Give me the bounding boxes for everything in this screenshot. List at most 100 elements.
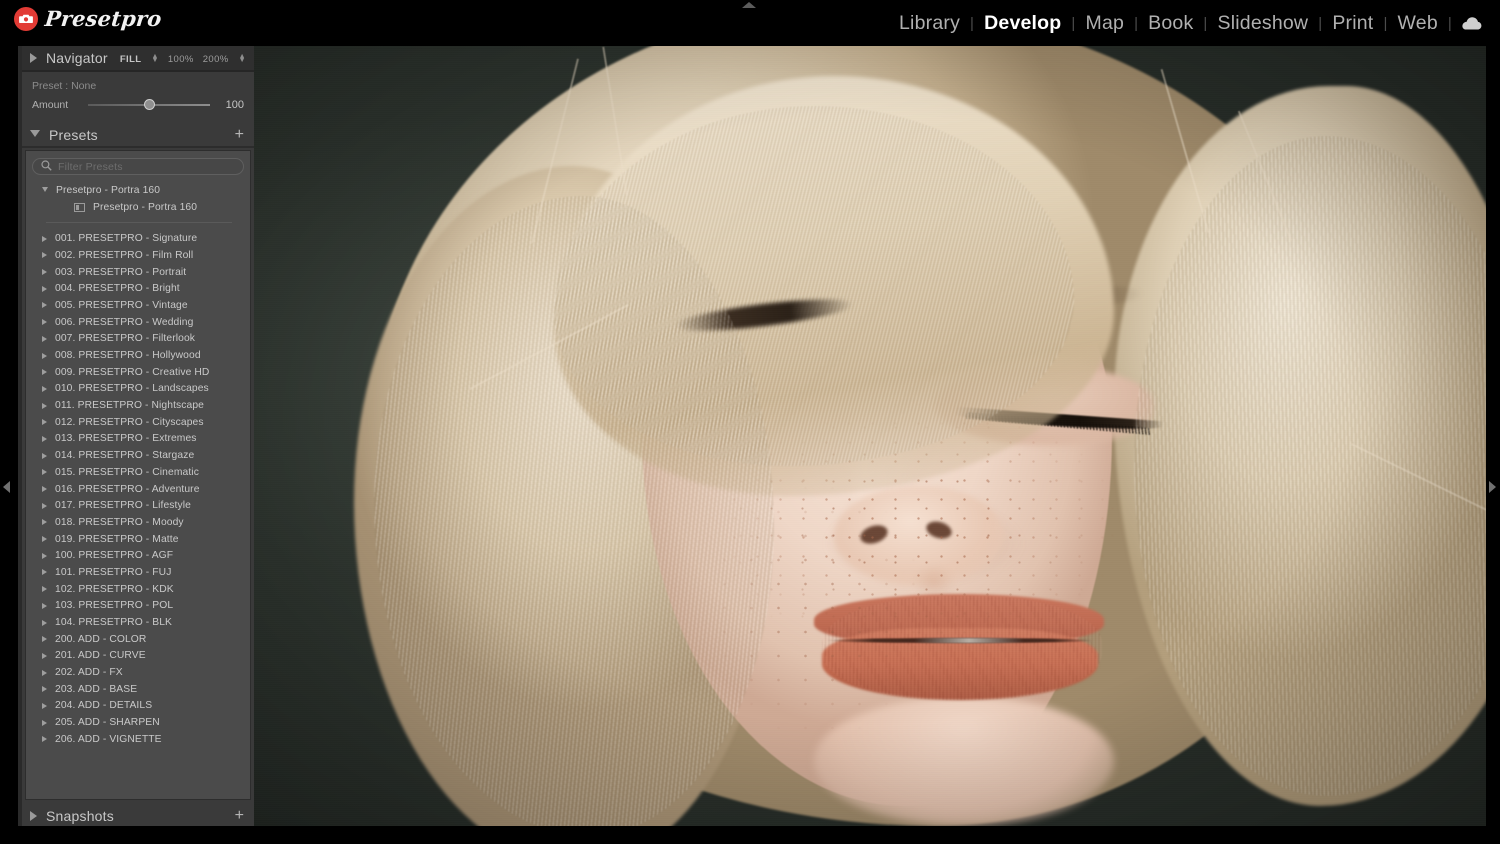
preset-group-disclosure-icon[interactable] bbox=[42, 619, 47, 626]
preset-group-row[interactable]: 200. ADD - COLOR bbox=[26, 631, 250, 648]
preset-group-disclosure-icon[interactable] bbox=[42, 402, 47, 409]
amount-slider-knob[interactable] bbox=[144, 99, 156, 110]
preset-group-disclosure-icon[interactable] bbox=[42, 452, 47, 459]
preset-group-disclosure-icon[interactable] bbox=[42, 252, 47, 259]
preset-group-row[interactable]: 012. PRESETPRO - Cityscapes bbox=[26, 414, 250, 431]
preset-group-row[interactable]: 202. ADD - FX bbox=[26, 664, 250, 681]
amount-value[interactable]: 100 bbox=[218, 99, 244, 111]
filter-presets-placeholder: Filter Presets bbox=[58, 160, 123, 173]
module-develop[interactable]: Develop bbox=[975, 12, 1070, 35]
brand-name: Presetpro bbox=[43, 6, 163, 31]
preset-group-disclosure-icon[interactable] bbox=[42, 569, 47, 576]
preset-group-row[interactable]: 104. PRESETPRO - BLK bbox=[26, 614, 250, 631]
preset-group-row[interactable]: 204. ADD - DETAILS bbox=[26, 698, 250, 715]
preset-group-row[interactable]: 002. PRESETPRO - Film Roll bbox=[26, 247, 250, 264]
presets-list-container[interactable]: Filter Presets Presetpro - Portra 160 Pr… bbox=[25, 150, 251, 800]
preset-group-disclosure-icon[interactable] bbox=[42, 187, 48, 195]
preset-group-disclosure-icon[interactable] bbox=[42, 702, 47, 709]
preset-group-row[interactable]: 102. PRESETPRO - KDK bbox=[26, 581, 250, 598]
preset-group-disclosure-icon[interactable] bbox=[42, 536, 47, 543]
preset-group-disclosure-icon[interactable] bbox=[42, 235, 47, 242]
preset-group-disclosure-icon[interactable] bbox=[42, 586, 47, 593]
preset-group-row[interactable]: 001. PRESETPRO - Signature bbox=[26, 230, 250, 247]
preset-group-disclosure-icon[interactable] bbox=[42, 736, 47, 743]
collapse-left-panel-icon[interactable] bbox=[3, 481, 10, 493]
preset-group-disclosure-icon[interactable] bbox=[42, 269, 47, 276]
module-library[interactable]: Library bbox=[890, 12, 969, 35]
preset-group-disclosure-icon[interactable] bbox=[42, 502, 47, 509]
image-stage[interactable] bbox=[254, 46, 1486, 826]
zoom-fill-stepper-icon[interactable]: ▲ ▼ bbox=[152, 53, 159, 64]
preset-group-row[interactable]: 203. ADD - BASE bbox=[26, 681, 250, 698]
preset-group-row[interactable]: 011. PRESETPRO - Nightscape bbox=[26, 397, 250, 414]
navigator-header[interactable]: Navigator FILL ▲ ▼ 100% 200% ▲ ▼ bbox=[22, 46, 254, 72]
preset-group-disclosure-icon[interactable] bbox=[42, 552, 47, 559]
preset-group-row[interactable]: 005. PRESETPRO - Vintage bbox=[26, 297, 250, 314]
preset-group-disclosure-icon[interactable] bbox=[42, 602, 47, 609]
navigator-disclosure-icon[interactable] bbox=[30, 53, 37, 63]
preset-group-row[interactable]: 003. PRESETPRO - Portrait bbox=[26, 264, 250, 281]
preset-group-disclosure-icon[interactable] bbox=[42, 652, 47, 659]
preset-group-disclosure-icon[interactable] bbox=[42, 302, 47, 309]
preset-group-disclosure-icon[interactable] bbox=[42, 319, 47, 326]
preset-group-row[interactable]: 101. PRESETPRO - FUJ bbox=[26, 564, 250, 581]
module-print[interactable]: Print bbox=[1323, 12, 1382, 35]
module-slideshow[interactable]: Slideshow bbox=[1209, 12, 1318, 35]
preset-group-row[interactable]: 206. ADD - VIGNETTE bbox=[26, 731, 250, 748]
preset-group-disclosure-icon[interactable] bbox=[42, 335, 47, 342]
zoom-fill[interactable]: FILL bbox=[120, 54, 142, 65]
preset-group-row[interactable]: 007. PRESETPRO - Filterlook bbox=[26, 331, 250, 348]
preset-group-disclosure-icon[interactable] bbox=[42, 636, 47, 643]
snapshots-disclosure-icon[interactable] bbox=[30, 811, 37, 821]
add-snapshot-icon[interactable]: + bbox=[235, 808, 244, 824]
preset-item-row[interactable]: Presetpro - Portra 160 bbox=[26, 199, 250, 216]
preset-group-disclosure-icon[interactable] bbox=[42, 669, 47, 676]
zoom-custom-stepper-icon[interactable]: ▲ ▼ bbox=[239, 53, 246, 64]
add-preset-icon[interactable]: + bbox=[235, 127, 244, 143]
preset-group-label: 206. ADD - VIGNETTE bbox=[55, 733, 162, 745]
preset-group-row[interactable]: 019. PRESETPRO - Matte bbox=[26, 531, 250, 548]
module-web[interactable]: Web bbox=[1389, 12, 1447, 35]
preset-group-row[interactable]: 015. PRESETPRO - Cinematic bbox=[26, 464, 250, 481]
module-map[interactable]: Map bbox=[1077, 12, 1134, 35]
preset-group-row[interactable]: 004. PRESETPRO - Bright bbox=[26, 280, 250, 297]
module-book[interactable]: Book bbox=[1139, 12, 1202, 35]
preset-group-row[interactable]: 018. PRESETPRO - Moody bbox=[26, 514, 250, 531]
preset-group-disclosure-icon[interactable] bbox=[42, 419, 47, 426]
presets-header[interactable]: Presets + bbox=[22, 124, 254, 148]
filter-presets-input[interactable]: Filter Presets bbox=[32, 158, 244, 175]
cloud-icon[interactable] bbox=[1453, 16, 1488, 30]
preset-group-disclosure-icon[interactable] bbox=[42, 385, 47, 392]
zoom-100[interactable]: 100% bbox=[168, 54, 194, 65]
preset-group-disclosure-icon[interactable] bbox=[42, 285, 47, 292]
top-panel-toggle-caret-icon[interactable] bbox=[742, 2, 756, 8]
preset-group-row[interactable]: 100. PRESETPRO - AGF bbox=[26, 547, 250, 564]
brand-logo[interactable]: Presetpro bbox=[14, 6, 163, 31]
preset-group-disclosure-icon[interactable] bbox=[42, 369, 47, 376]
preset-group-row[interactable]: 006. PRESETPRO - Wedding bbox=[26, 314, 250, 331]
preset-group-row[interactable]: 010. PRESETPRO - Landscapes bbox=[26, 381, 250, 398]
preset-group-disclosure-icon[interactable] bbox=[42, 686, 47, 693]
preset-group-row[interactable]: 205. ADD - SHARPEN bbox=[26, 714, 250, 731]
preset-group-row[interactable]: 008. PRESETPRO - Hollywood bbox=[26, 347, 250, 364]
preset-group-row[interactable]: 013. PRESETPRO - Extremes bbox=[26, 431, 250, 448]
zoom-200[interactable]: 200% bbox=[203, 54, 229, 65]
amount-slider[interactable] bbox=[88, 99, 210, 111]
preset-group-disclosure-icon[interactable] bbox=[42, 519, 47, 526]
preset-group-row[interactable]: 016. PRESETPRO - Adventure bbox=[26, 481, 250, 498]
presets-disclosure-icon[interactable] bbox=[30, 130, 40, 142]
preset-group-row[interactable]: 201. ADD - CURVE bbox=[26, 648, 250, 665]
preset-group-disclosure-icon[interactable] bbox=[42, 719, 47, 726]
current-preset-label: Preset : None bbox=[32, 80, 97, 92]
preset-group-row[interactable]: 103. PRESETPRO - POL bbox=[26, 598, 250, 615]
top-bar: Presetpro Library | Develop | Map | Book… bbox=[0, 0, 1500, 46]
preset-group-row[interactable]: 017. PRESETPRO - Lifestyle bbox=[26, 497, 250, 514]
preset-group-disclosure-icon[interactable] bbox=[42, 469, 47, 476]
preset-group-disclosure-icon[interactable] bbox=[42, 435, 47, 442]
preset-group-row[interactable]: 009. PRESETPRO - Creative HD bbox=[26, 364, 250, 381]
collapse-right-panel-icon[interactable] bbox=[1489, 481, 1496, 493]
preset-group-disclosure-icon[interactable] bbox=[42, 352, 47, 359]
preset-group-row[interactable]: Presetpro - Portra 160 bbox=[26, 182, 250, 199]
preset-group-row[interactable]: 014. PRESETPRO - Stargaze bbox=[26, 447, 250, 464]
preset-group-disclosure-icon[interactable] bbox=[42, 486, 47, 493]
